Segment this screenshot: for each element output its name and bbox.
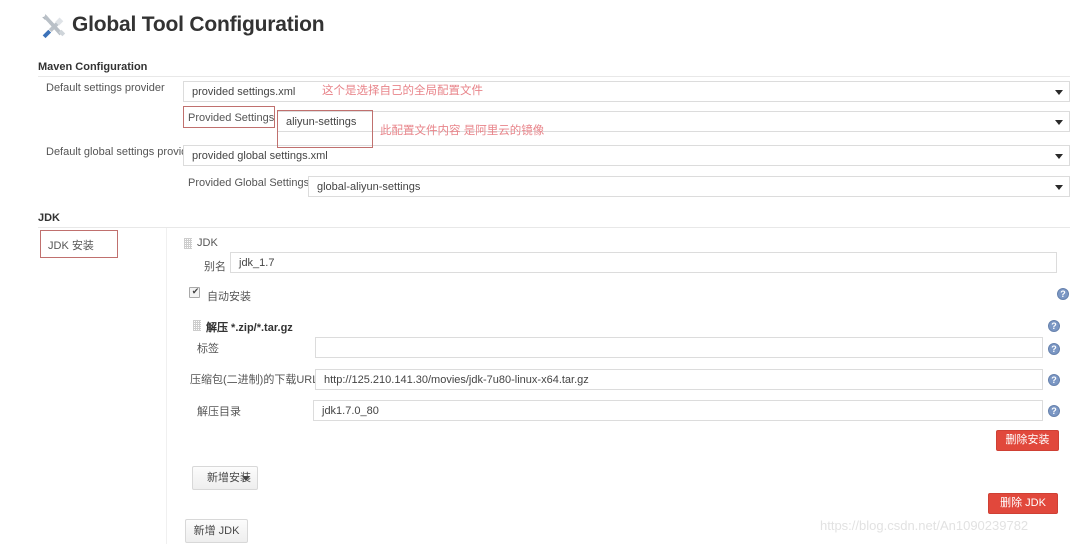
help-icon-download-url[interactable]: ? [1048,374,1060,386]
select-default-global-settings-provider[interactable]: provided global settings.xml [183,145,1070,166]
page-title: Global Tool Configuration [72,13,325,36]
extract-tag-input[interactable] [315,337,1043,358]
help-icon-auto-install[interactable]: ? [1057,288,1069,300]
select-provided-settings-value: aliyun-settings [286,116,357,128]
select-default-settings-provider[interactable]: provided settings.xml [183,81,1070,102]
tools-icon [40,12,66,39]
drag-handle-icon-jdk[interactable] [184,238,192,249]
chevron-down-icon [1055,119,1063,125]
label-extract-tag: 标签 [197,343,219,355]
select-provided-global-settings[interactable]: global-aliyun-settings [308,176,1070,197]
auto-install-checkbox[interactable] [189,286,201,298]
help-icon-extract-dir[interactable]: ? [1048,405,1060,417]
watermark-text: https://blog.csdn.net/An1090239782 [820,518,1029,533]
annotation-text-global-config-file: 这个是选择自己的全局配置文件 [322,85,483,97]
label-default-settings-provider: Default settings provider [46,82,165,94]
section-heading-maven: Maven Configuration [38,61,148,73]
chevron-down-icon [1055,89,1063,95]
label-extract-dir: 解压目录 [197,406,241,418]
chevron-down-icon [1055,184,1063,190]
select-default-settings-provider-value: provided settings.xml [192,86,296,98]
chevron-down-icon [242,476,250,481]
delete-jdk-button[interactable]: 删除 JDK [988,493,1058,514]
jdk-alias-input[interactable]: jdk_1.7 [230,252,1057,273]
delete-install-button[interactable]: 删除安装 [996,430,1059,451]
chevron-down-icon [1055,153,1063,159]
section-divider-jdk [38,227,1070,228]
label-provided-global-settings: Provided Global Settings [188,177,310,189]
jdk-column-divider [166,228,167,544]
drag-handle-icon-extract[interactable] [193,320,201,331]
auto-install-label: 自动安装 [207,291,251,303]
extract-heading: 解压 *.zip/*.tar.gz [206,322,293,334]
label-download-url: 压缩包(二进制)的下载URL [190,374,319,386]
download-url-input[interactable]: http://125.210.141.30/movies/jdk-7u80-li… [315,369,1043,390]
section-heading-jdk: JDK [38,212,61,224]
label-jdk-alias: 别名 [204,261,226,273]
label-default-global-settings-provider: Default global settings provider [46,146,198,158]
help-icon-extract[interactable]: ? [1048,320,1060,332]
jdk-installer-heading: JDK [197,237,218,249]
extract-dir-value: jdk1.7.0_80 [322,405,379,417]
select-default-global-settings-provider-value: provided global settings.xml [192,150,328,162]
select-provided-global-settings-value: global-aliyun-settings [317,181,421,193]
add-jdk-button[interactable]: 新增 JDK [185,519,248,543]
add-install-button[interactable]: 新增安装 [192,466,258,490]
download-url-value: http://125.210.141.30/movies/jdk-7u80-li… [324,374,589,386]
annotation-text-aliyun-mirror: 此配置文件内容 是阿里云的镜像 [380,125,545,137]
jdk-install-tab-label[interactable]: JDK 安装 [48,237,94,253]
page-header: Global Tool Configuration [0,0,1080,44]
label-provided-settings: Provided Settings [188,112,275,124]
section-divider-maven [38,76,1070,77]
jdk-alias-value: jdk_1.7 [239,257,275,269]
extract-dir-input[interactable]: jdk1.7.0_80 [313,400,1043,421]
help-icon-extract-tag[interactable]: ? [1048,343,1060,355]
